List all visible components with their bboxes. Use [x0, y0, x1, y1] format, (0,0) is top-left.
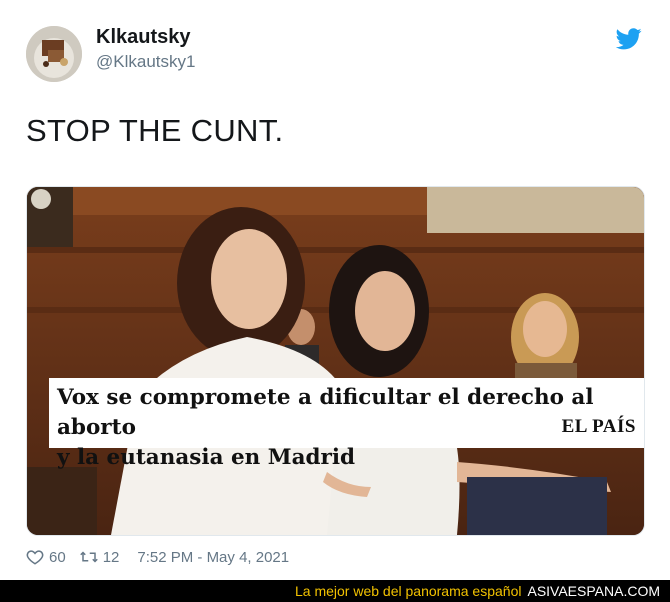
author-handle[interactable]: @Klkautsky1 [96, 52, 195, 72]
tweet-timestamp[interactable]: 7:52 PM - May 4, 2021 [137, 549, 289, 566]
banner-site[interactable]: ASIVAESPANA.COM [527, 583, 660, 599]
like-count: 60 [49, 548, 66, 566]
headline-line-1: Vox se compromete a dificultar el derech… [57, 385, 594, 440]
tweet-media-image[interactable]: Vox se compromete a dificultar el derech… [26, 186, 645, 536]
heart-icon[interactable] [26, 548, 44, 566]
headline: Vox se compromete a dificultar el derech… [57, 383, 637, 473]
headline-box: Vox se compromete a dificultar el derech… [49, 378, 644, 470]
tweet-actions: 60 12 7:52 PM - May 4, 2021 [26, 546, 289, 568]
retweet-icon[interactable] [79, 548, 98, 566]
tweet-card: Klkautsky @Klkautsky1 STOP THE CUNT. Vox… [0, 0, 670, 580]
newspaper-brand: EL PAÍS [561, 416, 636, 437]
headline-line-2: y la eutanasia en Madrid [57, 445, 356, 470]
news-photo [27, 187, 644, 535]
avatar[interactable] [26, 26, 82, 82]
retweet-count: 12 [102, 548, 120, 566]
author-name[interactable]: Klkautsky [96, 26, 191, 49]
watermark-banner: La mejor web del panorama español ASIVAE… [0, 580, 670, 602]
tweet-text: STOP THE CUNT. [26, 113, 284, 148]
banner-tagline: La mejor web del panorama español [295, 583, 522, 599]
twitter-bird-icon[interactable] [616, 28, 642, 50]
